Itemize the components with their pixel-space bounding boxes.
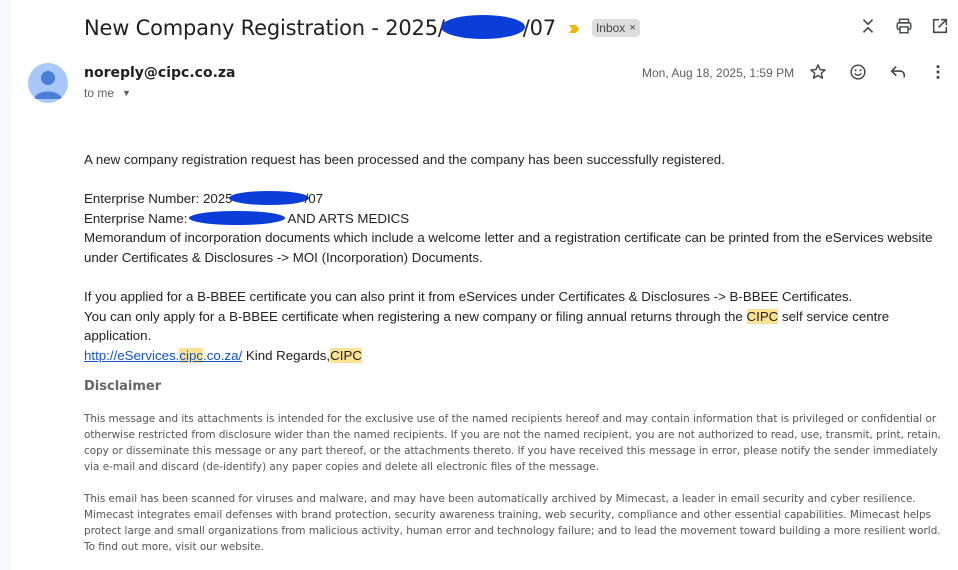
sender-address[interactable]: noreply@cipc.co.za <box>84 65 236 81</box>
recipient-details-toggle[interactable]: to me ▼ <box>84 86 131 100</box>
link-part: .co.za/ <box>203 347 243 363</box>
left-panel-edge <box>0 0 12 570</box>
search-highlight: cipc <box>179 347 203 363</box>
subject-prefix: New Company Registration - 2025/ <box>84 15 445 40</box>
enterprise-name-label: Enterprise Name: <box>84 210 188 226</box>
remove-label-icon[interactable]: × <box>629 22 635 34</box>
importance-marker-icon[interactable] <box>568 22 580 34</box>
email-subject: New Company Registration - 2025/ /07 <box>84 14 556 41</box>
print-icon[interactable] <box>894 16 914 36</box>
eservices-link[interactable]: http://eServices.cipc.co.za/ <box>84 347 243 363</box>
regards-text: Kind Regards, <box>242 347 331 363</box>
link-part: http://eServices. <box>84 347 180 363</box>
more-vert-icon[interactable] <box>928 62 948 82</box>
search-highlight: CIPC <box>746 308 779 324</box>
signature-name: CIPC <box>330 347 362 363</box>
collapse-all-icon[interactable] <box>858 16 878 36</box>
memorandum-text: Memorandum of incorporation documents wh… <box>84 230 933 265</box>
disclaimer-paragraph: This message and its attachments is inte… <box>84 413 941 473</box>
enterprise-number-label: Enterprise Number: 2025 <box>84 191 233 207</box>
signature-line: http://eServices.cipc.co.za/ Kind Regard… <box>84 346 954 366</box>
redaction-mark <box>228 191 309 206</box>
redaction-mark <box>189 210 286 225</box>
label-chip-text: Inbox <box>595 21 626 35</box>
message-actions <box>808 62 948 82</box>
redaction-mark <box>440 14 525 39</box>
email-body: A new company registration request has b… <box>84 150 954 366</box>
label-chip-inbox[interactable]: Inbox × <box>591 19 640 37</box>
open-in-new-window-icon[interactable] <box>930 16 950 36</box>
enterprise-number-line: Enterprise Number: 2025/07 <box>84 189 954 209</box>
thread-toolbar <box>858 16 950 36</box>
emoji-icon[interactable] <box>848 62 868 82</box>
avatar-person-icon[interactable] <box>28 63 68 103</box>
enterprise-name-value: AND ARTS MEDICS <box>287 210 410 226</box>
reply-icon[interactable] <box>888 62 908 82</box>
subject-suffix: /07 <box>522 15 556 40</box>
disclaimer-title: Disclaimer <box>84 379 162 394</box>
bbbee-text-1: If you applied for a B-BBEE certificate … <box>84 289 853 305</box>
bbbee-text-2: You can only apply for a B-BBEE certific… <box>84 307 954 346</box>
disclaimer-paragraph: This email has been scanned for viruses … <box>84 493 941 553</box>
bbbee-text-2-start: You can only apply for a B-BBEE certific… <box>84 308 747 324</box>
intro-text: A new company registration request has b… <box>84 152 725 167</box>
star-icon[interactable] <box>808 62 828 82</box>
enterprise-name-line: Enterprise Name: AND ARTS MEDICS <box>84 209 954 229</box>
enterprise-number-suffix: /07 <box>304 191 324 207</box>
recipient-label: to me <box>84 86 115 100</box>
disclaimer-text: This message and its attachments is inte… <box>84 411 952 555</box>
chevron-down-icon: ▼ <box>122 88 131 98</box>
email-date: Mon, Aug 18, 2025, 1:59 PM <box>642 66 795 80</box>
subject-row: New Company Registration - 2025/ /07 Inbo… <box>84 12 640 44</box>
